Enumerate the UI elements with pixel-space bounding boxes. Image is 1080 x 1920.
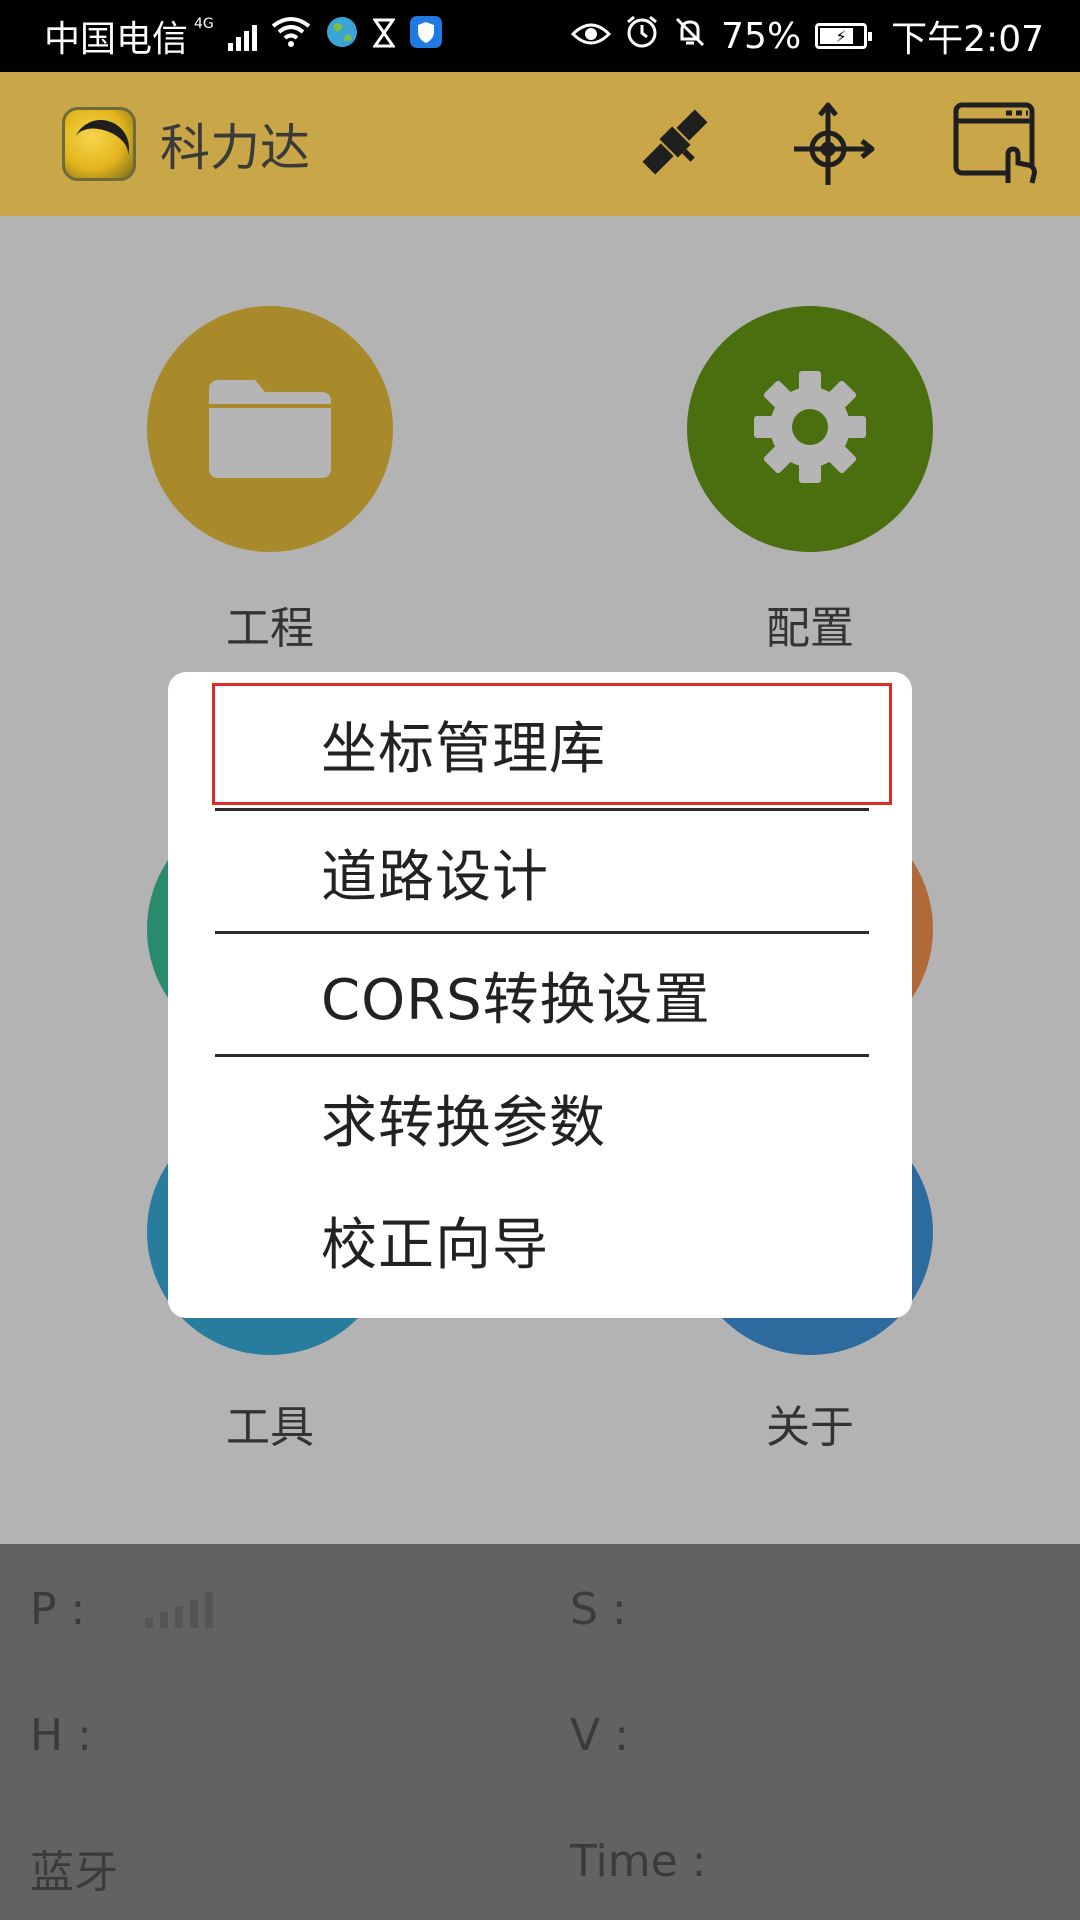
info-h: H : bbox=[30, 1710, 92, 1761]
mute-bell-icon bbox=[673, 15, 707, 58]
signal-icon bbox=[227, 21, 257, 51]
alarm-icon bbox=[625, 15, 659, 58]
bluetooth-label[interactable]: 蓝牙 bbox=[30, 1836, 118, 1900]
eye-icon bbox=[571, 16, 612, 57]
menu-item-label: 校正向导 bbox=[321, 1212, 549, 1278]
menu-dialog: 坐标管理库 道路设计 CORS转换设置 求转换参数 校正向导 bbox=[168, 672, 912, 1318]
tile-project-circle[interactable] bbox=[147, 306, 393, 552]
menu-item-label: 求转换参数 bbox=[321, 1090, 606, 1156]
status-bar: 中国电信 4G 75% ⚡ 下午2:07 bbox=[0, 0, 1080, 72]
folder-icon bbox=[205, 372, 335, 486]
time-label: Time : bbox=[570, 1836, 707, 1887]
crosshair-arrow-icon bbox=[790, 97, 880, 191]
gear-icon bbox=[748, 365, 872, 493]
earth-icon bbox=[325, 15, 359, 58]
tile-project[interactable]: 工程 bbox=[147, 306, 393, 656]
menu-item-label: CORS转换设置 bbox=[321, 967, 711, 1033]
battery-percent-text: 75% bbox=[721, 15, 802, 57]
battery-icon: ⚡ bbox=[815, 23, 873, 49]
screen: 中国电信 4G 75% ⚡ 下午2:07 科力达 工程 配置 工具 关于 P:… bbox=[0, 0, 1080, 1920]
selection-highlight bbox=[212, 683, 892, 805]
window-menu-button[interactable] bbox=[950, 99, 1040, 189]
p-label: P : bbox=[30, 1584, 86, 1635]
menu-item-calc-transform-params[interactable]: 求转换参数 bbox=[168, 1057, 912, 1179]
info-p: P : bbox=[30, 1584, 214, 1635]
info-time: Time : bbox=[570, 1836, 707, 1887]
menu-item-calibration-wizard[interactable]: 校正向导 bbox=[168, 1179, 912, 1301]
tile-config-circle[interactable] bbox=[687, 306, 933, 552]
h-label: H : bbox=[30, 1710, 92, 1761]
tile-config[interactable]: 配置 bbox=[687, 306, 933, 656]
satellite-icon bbox=[630, 97, 720, 191]
clock-text: 下午2:07 bbox=[891, 19, 1044, 60]
satellite-button[interactable] bbox=[630, 99, 720, 189]
tile-about-label: 关于 bbox=[766, 1402, 854, 1453]
position-button[interactable] bbox=[790, 99, 880, 189]
s-label: S : bbox=[570, 1584, 627, 1635]
shield-icon bbox=[409, 15, 443, 58]
window-hand-icon bbox=[950, 97, 1040, 191]
info-s: S : bbox=[570, 1584, 627, 1635]
info-bluetooth[interactable]: 蓝牙 bbox=[30, 1836, 118, 1900]
menu-item-road-design[interactable]: 道路设计 bbox=[168, 811, 912, 933]
app-logo bbox=[62, 107, 136, 181]
app-title: 科力达 bbox=[160, 119, 310, 177]
menu-item-label: 道路设计 bbox=[321, 844, 549, 910]
hourglass-icon bbox=[371, 16, 396, 57]
menu-item-cors-transform[interactable]: CORS转换设置 bbox=[168, 934, 912, 1056]
carrier-text: 中国电信 bbox=[44, 19, 189, 60]
v-label: V : bbox=[570, 1710, 629, 1761]
info-v: V : bbox=[570, 1710, 629, 1761]
tile-tools-label: 工具 bbox=[226, 1402, 314, 1453]
network-type-text: 4G bbox=[194, 16, 214, 32]
tile-project-label: 工程 bbox=[226, 603, 314, 654]
wifi-icon bbox=[271, 16, 311, 57]
signal-strength-icon bbox=[145, 1591, 214, 1628]
status-info-panel: P : S : H : V : 蓝牙 Time : bbox=[0, 1544, 1080, 1920]
tile-config-label: 配置 bbox=[766, 603, 854, 654]
app-bar: 科力达 bbox=[0, 72, 1080, 216]
